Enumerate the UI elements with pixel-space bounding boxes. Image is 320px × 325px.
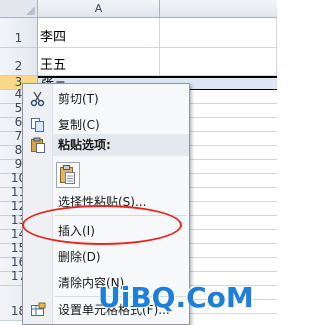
format-cells-icon <box>30 302 46 318</box>
watermark: UiBQ.CoM <box>98 281 254 314</box>
menu-item-delete-label: 删除(D) <box>58 250 101 264</box>
cell-a1[interactable]: 李四 <box>38 18 160 48</box>
paste-default-icon <box>60 165 75 184</box>
menu-item-delete[interactable]: 删除(D) <box>23 246 189 268</box>
copy-icon <box>30 117 46 133</box>
paste-option-button[interactable] <box>56 162 80 188</box>
cell-b2[interactable] <box>160 48 277 76</box>
menu-item-copy-label: 复制(C) <box>58 118 100 132</box>
select-all-corner[interactable] <box>0 0 38 18</box>
menu-item-copy[interactable]: 复制(C) <box>23 114 189 136</box>
paste-clipboard-icon <box>30 137 46 153</box>
menu-item-cut-label: 剪切(T) <box>58 92 99 106</box>
row-header-1[interactable]: 1 <box>0 18 38 48</box>
menu-item-cut[interactable]: 剪切(T) <box>23 88 189 110</box>
row-header-2[interactable]: 2 <box>0 48 38 76</box>
scissors-icon <box>30 91 46 107</box>
paste-options-header: 粘贴选项: <box>53 134 189 156</box>
column-header-a[interactable]: A <box>38 0 160 18</box>
column-header-b[interactable] <box>160 0 277 18</box>
select-all-triangle-icon <box>26 6 35 15</box>
highlight-ellipse <box>22 205 182 245</box>
cell-b1[interactable] <box>160 18 277 48</box>
